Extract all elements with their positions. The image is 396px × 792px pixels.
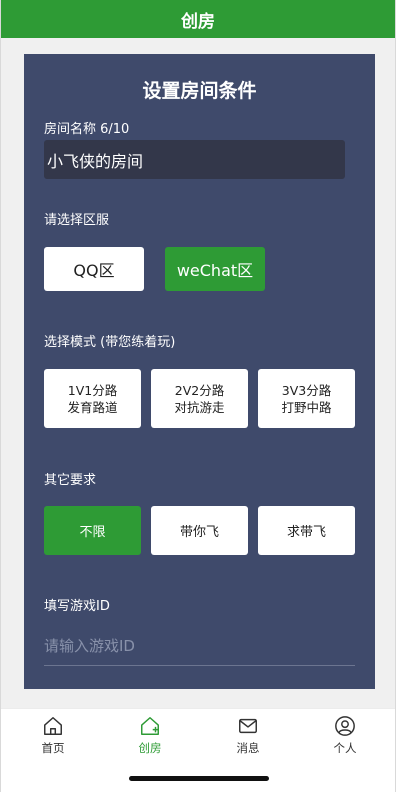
game-id-input[interactable]: [44, 626, 355, 666]
tab-profile-label: 个人: [333, 741, 357, 755]
tab-home[interactable]: 首页: [23, 715, 83, 756]
tab-home-label: 首页: [41, 741, 65, 755]
room-name-value: 小飞侠的房间: [47, 151, 144, 171]
tab-create-room-label: 创房: [138, 741, 162, 755]
region-wechat-label: weChat区: [176, 261, 254, 280]
tab-messages-label: 消息: [236, 741, 260, 755]
tab-create-room[interactable]: 创房: [120, 715, 180, 756]
mode-1v1-line1: 1V1分路: [67, 382, 118, 398]
requirement-be-carried-label: 求带飞: [286, 525, 326, 540]
mode-label: 选择模式 (带您练着玩): [44, 335, 176, 350]
app-header: 创房: [1, 0, 395, 38]
home-icon: [44, 717, 62, 735]
mode-1v1-line2: 发育路道: [67, 399, 118, 415]
room-name-label: 房间名称 6/10: [44, 122, 130, 137]
tab-messages[interactable]: 消息: [218, 715, 278, 756]
region-qq-label: QQ区: [73, 261, 115, 280]
room-settings-panel: 设置房间条件 房间名称 6/10 小飞侠的房间 请选择区服 QQ区 weChat…: [24, 54, 375, 689]
requirement-carry-label: 带你飞: [179, 525, 219, 540]
game-id-label: 填写游戏ID: [44, 599, 110, 614]
requirement-any-button[interactable]: 不限: [44, 506, 141, 555]
region-qq-button[interactable]: QQ区: [44, 247, 144, 291]
mode-1v1-button[interactable]: 1V1分路 发育路道: [44, 369, 141, 428]
tab-profile[interactable]: 个人: [315, 715, 375, 756]
region-wechat-button[interactable]: weChat区: [165, 247, 265, 291]
room-name-input[interactable]: 小飞侠的房间: [44, 140, 345, 179]
mode-3v3-line2: 打野中路: [281, 399, 332, 415]
mode-2v2-button[interactable]: 2V2分路 对抗游走: [151, 369, 248, 428]
mode-3v3-button[interactable]: 3V3分路 打野中路: [258, 369, 355, 428]
page-title: 创房: [181, 11, 215, 32]
home-indicator: [129, 776, 269, 781]
requirement-carry-button[interactable]: 带你飞: [151, 506, 248, 555]
requirement-be-carried-button[interactable]: 求带飞: [258, 506, 355, 555]
region-label: 请选择区服: [44, 213, 110, 228]
requirement-any-label: 不限: [79, 525, 106, 540]
mode-2v2-line2: 对抗游走: [174, 399, 225, 415]
panel-title: 设置房间条件: [142, 80, 257, 102]
person-icon: [335, 716, 355, 736]
create-room-icon: [141, 717, 159, 735]
mail-icon: [239, 718, 257, 734]
mode-2v2-line1: 2V2分路: [174, 382, 225, 398]
mode-3v3-line1: 3V3分路: [281, 382, 332, 398]
requirements-label: 其它要求: [44, 473, 97, 488]
